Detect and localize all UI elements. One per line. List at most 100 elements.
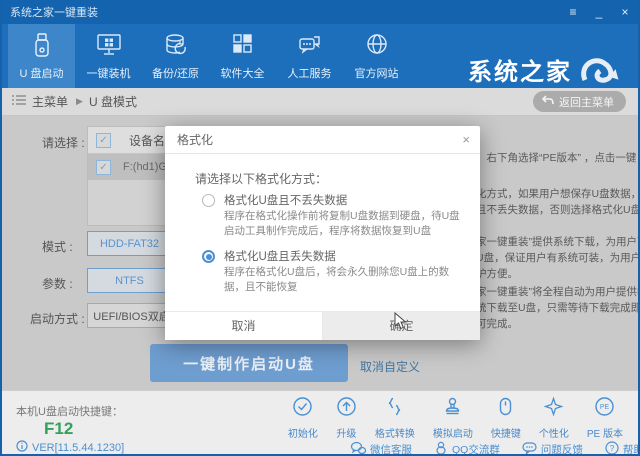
minimize-icon[interactable]: _: [592, 5, 606, 19]
hotkey-label: 本机U盘启动快捷键：: [16, 406, 123, 418]
tool-simulate-boot[interactable]: 模拟启动: [424, 396, 482, 440]
tool-format-convert[interactable]: 格式转换: [366, 396, 424, 440]
cancel-custom-link[interactable]: 取消自定义: [360, 358, 420, 375]
nav-item-label: 软件大全: [220, 67, 265, 80]
upgrade-icon: [336, 396, 357, 422]
breadcrumb-root[interactable]: 主菜单: [32, 93, 68, 110]
help-video-link[interactable]: ? 帮助视频: [605, 441, 638, 456]
link-label: QQ交流群: [452, 444, 500, 456]
select-all-checkbox[interactable]: ✓: [96, 132, 111, 148]
mouse-cursor: [394, 311, 409, 335]
info-icon: [16, 440, 28, 454]
tool-init[interactable]: 初始化: [279, 396, 327, 440]
format-prompt: 请选择以下格式化方式：: [195, 172, 328, 186]
param-label: 参数 :: [42, 277, 73, 291]
nav-item-one-key-install[interactable]: 一键装机: [75, 24, 142, 88]
help-text-line: 护方便。: [476, 268, 518, 280]
nav-item-label: 一键装机: [86, 67, 131, 80]
help-text-line: 家一键重装”提供系统下载，为用户下: [476, 236, 640, 248]
nav-item-backup-restore[interactable]: 备份/还原: [142, 24, 209, 88]
status-bar: 本机U盘启动快捷键： F12 VER[11.5.44.1230] 初始化 升级 …: [2, 390, 638, 456]
help-icon: ?: [605, 441, 619, 454]
pe-circle-icon: PE: [594, 396, 615, 422]
tool-personalize[interactable]: 个性化: [530, 396, 578, 440]
tool-label: 快捷键: [490, 429, 521, 440]
format-dialog: 格式化 × 请选择以下格式化方式： 格式化U盘且不丢失数据 程序在格式化操作前将…: [165, 126, 480, 340]
select-device-label: 请选择 :: [42, 136, 85, 150]
tool-hotkeys[interactable]: 快捷键: [482, 396, 530, 440]
radio-keep-data[interactable]: [202, 194, 215, 207]
back-to-menu-button[interactable]: 返回主菜单: [533, 91, 626, 112]
mouse-icon: [495, 396, 516, 422]
tool-pe-version[interactable]: PE PE 版本: [578, 396, 632, 440]
help-text-line: 化方式，如果用户想保存U盘数据，就: [476, 188, 640, 200]
link-label: 微信客服: [370, 444, 412, 456]
feedback-link[interactable]: 问题反馈: [522, 441, 583, 456]
globe-icon: [364, 32, 390, 60]
version-text: VER[11.5.44.1230]: [32, 441, 125, 454]
nav-item-usb-boot[interactable]: U 盘启动: [8, 24, 75, 88]
help-text-line: 可完成。: [476, 318, 518, 330]
breadcrumb: 主菜单 ▶ U 盘模式 返回主菜单: [2, 88, 638, 116]
close-icon[interactable]: ×: [618, 5, 632, 19]
device-name-column: 设备名: [129, 133, 166, 148]
qq-icon: [434, 441, 448, 454]
star-icon: [543, 396, 564, 422]
link-label: 帮助视频: [622, 444, 638, 456]
option-desc: 程序在格式化操作前将复制U盘数据到硬盘，待U盘启动工具制作完成后，程序将数据恢复…: [224, 210, 460, 237]
stamp-icon: [442, 396, 463, 422]
option-title: 格式化U盘且丢失数据: [224, 251, 336, 263]
tool-upgrade[interactable]: 升级: [327, 396, 366, 440]
help-text-line: 统下载至U盘，只需等待下载完成即: [476, 302, 640, 314]
tool-label: 初始化: [287, 429, 318, 440]
cancel-button[interactable]: 取消: [165, 312, 322, 340]
list-icon[interactable]: [12, 93, 26, 111]
chat-service-icon: [297, 32, 323, 60]
make-boot-usb-button[interactable]: 一键制作启动U盘: [150, 344, 348, 382]
window-title: 系统之家一键重装: [10, 7, 98, 19]
wechat-icon: [350, 441, 367, 454]
device-checkbox[interactable]: ✓: [96, 159, 111, 175]
tool-label: PE 版本: [586, 429, 623, 440]
dialog-title: 格式化: [177, 133, 214, 147]
usb-drive-icon: [30, 32, 54, 60]
version-info[interactable]: VER[11.5.44.1230]: [16, 440, 125, 454]
svg-text:PE: PE: [600, 404, 610, 411]
qq-group-link[interactable]: QQ交流群: [434, 441, 500, 456]
tool-shortcuts: 初始化 升级 格式转换 模拟启动 快捷键 个性化 PE PE 版本: [279, 396, 632, 440]
menu-icon[interactable]: ≡: [566, 5, 580, 19]
nav-item-label: U 盘启动: [19, 67, 64, 80]
apps-grid-icon: [230, 32, 256, 60]
tool-label: 模拟启动: [432, 429, 473, 440]
tool-label: 格式转换: [374, 429, 415, 440]
param-select-button[interactable]: NTFS: [87, 268, 172, 293]
title-bar: 系统之家一键重装 ≡ _ ×: [2, 0, 638, 24]
support-links: 微信客服 QQ交流群 问题反馈 ? 帮: [350, 441, 638, 456]
wechat-support-link[interactable]: 微信客服: [350, 441, 412, 456]
tool-label: 个性化: [538, 429, 569, 440]
nav-item-website[interactable]: 官方网站: [343, 24, 410, 88]
radio-lose-data[interactable]: [202, 250, 215, 263]
boot-mode-label: 启动方式 :: [30, 312, 85, 326]
mode-select-button[interactable]: HDD-FAT32: [87, 231, 172, 256]
dialog-close-icon[interactable]: ×: [462, 132, 470, 147]
back-to-menu-label: 返回主菜单: [559, 96, 614, 109]
nav-item-label: 人工服务: [287, 67, 332, 80]
database-restore-icon: [163, 32, 189, 60]
dialog-footer: 取消 确定: [165, 311, 480, 340]
brand-title: 系统之家: [468, 58, 572, 86]
monitor-windows-icon: [96, 32, 122, 60]
help-text-line: U盘，保证用户有系统可装，为用户维: [476, 252, 640, 264]
svg-text:?: ?: [610, 444, 615, 453]
nav-item-label: 官方网站: [354, 67, 399, 80]
nav-item-label: 备份/还原: [151, 67, 200, 80]
check-circle-icon: [292, 396, 313, 422]
feedback-icon: [522, 441, 537, 454]
format-dialog-header: 格式化 ×: [165, 126, 480, 154]
swoosh-logo-icon: [578, 54, 624, 91]
nav-item-software[interactable]: 软件大全: [209, 24, 276, 88]
convert-icon: [384, 396, 405, 422]
link-label: 问题反馈: [540, 444, 583, 456]
back-arrow-icon: [541, 95, 554, 108]
nav-item-support[interactable]: 人工服务: [276, 24, 343, 88]
